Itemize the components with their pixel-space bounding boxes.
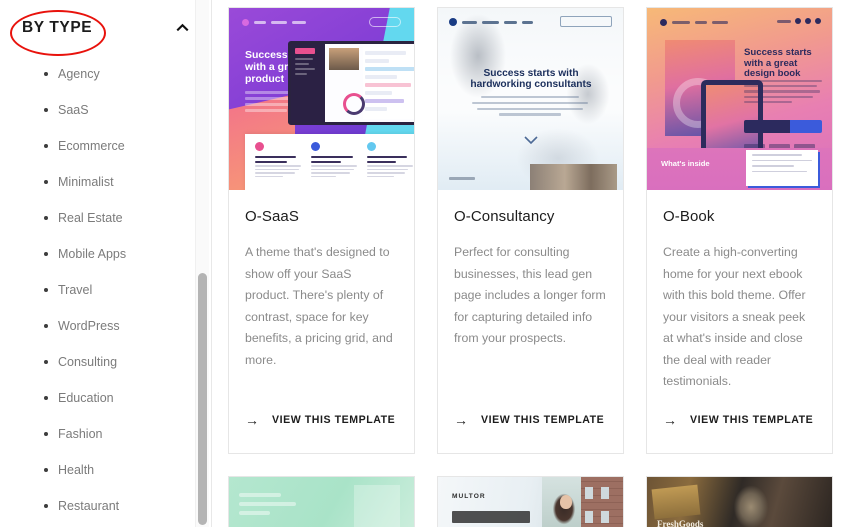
template-grid-area: Success starts with a great product O-Sa… [212,0,850,527]
template-card[interactable]: Success starts with a great design book … [646,7,833,454]
sidebar-item-label: Education [58,391,114,405]
bullet-icon [44,72,48,76]
bullet-icon [44,396,48,400]
template-card-body: O-Consultancy Perfect for consulting bus… [438,190,623,453]
template-card[interactable] [228,476,415,527]
template-card[interactable]: Success starts with a great product O-Sa… [228,7,415,454]
sidebar-item-ecommerce[interactable]: Ecommerce [0,128,211,164]
template-description: Perfect for consulting businesses, this … [454,245,606,345]
arrow-right-icon: → [454,412,468,428]
chevron-up-icon[interactable] [176,21,189,34]
bullet-icon [44,324,48,328]
template-grid: Success starts with a great product O-Sa… [228,7,842,527]
template-card[interactable]: MULTOR [437,476,624,527]
bullet-icon [44,216,48,220]
template-description: A theme that's designed to show off your… [245,245,393,367]
template-gallery-page: BY TYPE Agency SaaS Ecommerce Minimalist… [0,0,850,527]
bullet-icon [44,108,48,112]
sidebar-item-label: Health [58,463,95,477]
template-card-body: O-SaaS A theme that's designed to show o… [229,190,414,453]
sidebar-item-minimalist[interactable]: Minimalist [0,164,211,200]
view-this-template-label: VIEW THIS TEMPLATE [481,414,605,426]
sidebar-item-label: Minimalist [58,175,114,189]
template-description: Create a high-converting home for your n… [663,245,806,388]
sidebar-scrollbar-thumb[interactable] [198,273,207,525]
bullet-icon [44,288,48,292]
sidebar-item-real-estate[interactable]: Real Estate [0,200,211,236]
thumbnail-chevron-down-icon [523,132,538,150]
sidebar-item-label: Fashion [58,427,103,441]
bullet-icon [44,180,48,184]
template-thumbnail-freshgoods[interactable]: FreshGoods [647,477,832,527]
sidebar-item-mobile-apps[interactable]: Mobile Apps [0,236,211,272]
template-thumbnail-o-saas[interactable]: Success starts with a great product [229,8,414,190]
sidebar-item-label: Consulting [58,355,118,369]
template-thumbnail-multor[interactable]: MULTOR [438,477,623,527]
bullet-icon [44,252,48,256]
sidebar-item-label: Ecommerce [58,139,125,153]
sidebar-item-restaurant[interactable]: Restaurant [0,488,211,524]
filters-sidebar: BY TYPE Agency SaaS Ecommerce Minimalist… [0,0,212,527]
sidebar-item-education[interactable]: Education [0,380,211,416]
bullet-icon [44,504,48,508]
template-card[interactable]: Success starts with hardworking consulta… [437,7,624,454]
facet-title: BY TYPE [22,19,93,36]
template-title: O-Book [663,208,715,225]
bullet-icon [44,468,48,472]
facet-list: Agency SaaS Ecommerce Minimalist Real Es… [0,56,211,524]
bullet-icon [44,360,48,364]
facet-header-by-type[interactable]: BY TYPE [0,0,211,56]
bullet-icon [44,144,48,148]
sidebar-item-fashion[interactable]: Fashion [0,416,211,452]
sidebar-item-health[interactable]: Health [0,452,211,488]
template-thumbnail-o-consultancy[interactable]: Success starts with hardworking consulta… [438,8,623,190]
sidebar-item-saas[interactable]: SaaS [0,92,211,128]
view-this-template-link[interactable]: → VIEW THIS TEMPLATE [454,413,604,427]
arrow-right-icon: → [663,412,677,428]
bullet-icon [44,432,48,436]
arrow-right-icon: → [245,412,259,428]
view-this-template-link[interactable]: → VIEW THIS TEMPLATE [663,413,813,427]
view-this-template-label: VIEW THIS TEMPLATE [690,414,814,426]
template-thumbnail-o-book[interactable]: Success starts with a great design book … [647,8,832,190]
view-this-template-label: VIEW THIS TEMPLATE [272,414,396,426]
thumbnail-brand: MULTOR [452,493,486,500]
thumbnail-headline: Success starts with a great design book [744,47,812,80]
view-this-template-link[interactable]: → VIEW THIS TEMPLATE [245,413,395,427]
sidebar-item-label: Travel [58,283,93,297]
template-card[interactable]: FreshGoods [646,476,833,527]
template-title: O-SaaS [245,208,299,225]
thumbnail-headline: Success starts with hardworking consulta… [470,68,592,91]
template-title: O-Consultancy [454,208,555,225]
sidebar-item-label: Real Estate [58,211,123,225]
sidebar-item-label: Restaurant [58,499,120,513]
sidebar-item-label: Mobile Apps [58,247,127,261]
sidebar-item-consulting[interactable]: Consulting [0,344,211,380]
sidebar-item-travel[interactable]: Travel [0,272,211,308]
template-thumbnail-mint[interactable] [229,477,414,527]
thumbnail-brand: FreshGoods [657,519,704,527]
sidebar-item-agency[interactable]: Agency [0,56,211,92]
sidebar-item-label: Agency [58,67,100,81]
thumbnail-section-label: What's inside [661,159,710,168]
sidebar-item-label: SaaS [58,103,89,117]
sidebar-item-wordpress[interactable]: WordPress [0,308,211,344]
sidebar-item-label: WordPress [58,319,120,333]
template-card-body: O-Book Create a high-converting home for… [647,190,832,453]
